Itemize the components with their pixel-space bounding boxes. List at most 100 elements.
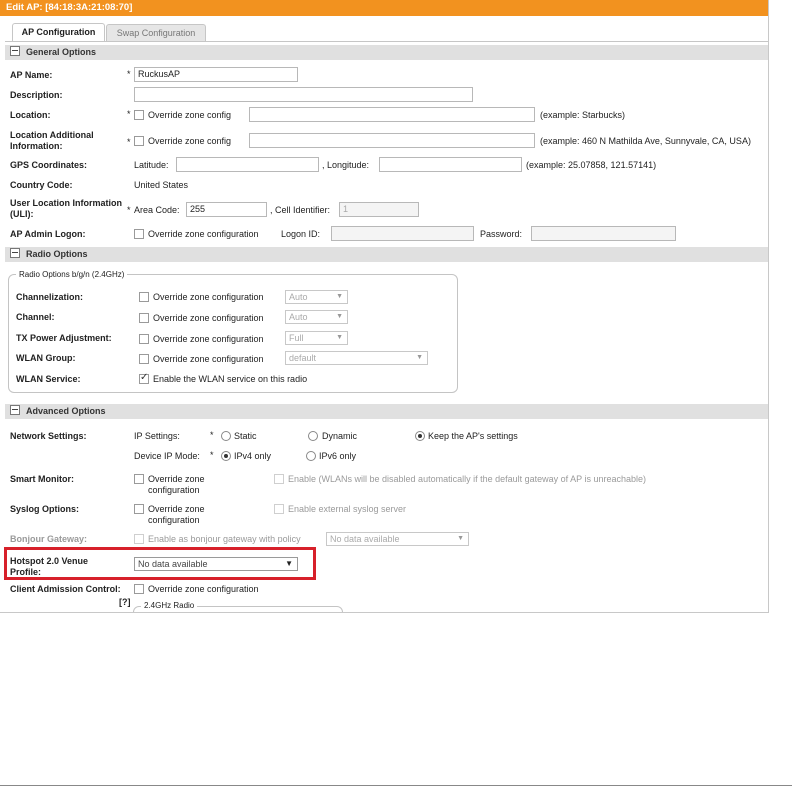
radio-24ghz-legend: 2.4GHz Radio — [141, 601, 198, 610]
tx-power-label: TX Power Adjustment: — [16, 333, 112, 343]
hotspot-highlight-box — [4, 547, 316, 580]
description-label: Description: — [10, 90, 63, 100]
channel-label: Channel: — [16, 312, 55, 322]
channelization-override-checkbox[interactable] — [139, 292, 149, 302]
channel-override-label: Override zone configuration — [153, 313, 264, 323]
channel-select[interactable]: Auto ▼ — [285, 310, 348, 324]
bonjour-gateway-label: Bonjour Gateway: — [10, 534, 88, 544]
ip-dynamic-radio[interactable] — [308, 431, 318, 441]
ipv6-only-label: IPv6 only — [319, 451, 357, 461]
tab-ap-configuration[interactable]: AP Configuration — [12, 23, 105, 42]
general-options-title: General Options — [26, 47, 97, 57]
ip-static-radio[interactable] — [221, 431, 231, 441]
location-additional-example: (example: 460 N Mathilda Ave, Sunnyvale,… — [540, 136, 751, 146]
tx-power-select[interactable]: Full ▼ — [285, 331, 348, 345]
tab-swap-configuration[interactable]: Swap Configuration — [106, 24, 206, 41]
ipv6-only-radio[interactable] — [306, 451, 316, 461]
dropdown-arrow-icon: ▼ — [336, 334, 343, 341]
latitude-input[interactable] — [176, 157, 319, 172]
smart-monitor-override-label: Override zone configuration — [148, 474, 205, 495]
bonjour-policy-select[interactable]: No data available ▼ — [326, 532, 469, 546]
client-admission-help-link[interactable]: [?] — [119, 597, 131, 608]
syslog-enable-checkbox[interactable] — [274, 504, 284, 514]
dropdown-arrow-icon: ▼ — [336, 293, 343, 300]
wlan-service-text: Enable the WLAN service on this radio — [153, 374, 308, 384]
wlan-group-value: default — [289, 353, 317, 363]
device-ip-mode-label: Device IP Mode: — [134, 451, 200, 461]
syslog-override-checkbox[interactable] — [134, 504, 144, 514]
location-input[interactable] — [249, 107, 535, 122]
required-mark: * — [127, 109, 131, 119]
bonjour-enable-label: Enable as bonjour gateway with policy — [148, 534, 301, 544]
wlan-group-override-label: Override zone configuration — [153, 354, 264, 364]
gps-label: GPS Coordinates: — [10, 160, 88, 170]
bonjour-enable-checkbox[interactable] — [134, 534, 144, 544]
location-additional-label: Location Additional Information: — [10, 130, 94, 151]
smart-monitor-enable-checkbox[interactable] — [274, 474, 284, 484]
channelization-label: Channelization: — [16, 292, 83, 302]
collapse-icon[interactable] — [10, 405, 20, 415]
wlan-group-label: WLAN Group: — [16, 353, 76, 363]
bonjour-policy-value: No data available — [330, 534, 400, 544]
logon-id-input[interactable] — [331, 226, 474, 241]
smart-monitor-override-checkbox[interactable] — [134, 474, 144, 484]
ap-name-input[interactable]: RuckusAP — [134, 67, 298, 82]
uli-label: User Location Information (ULI): — [10, 198, 123, 219]
client-admission-override-checkbox[interactable] — [134, 584, 144, 594]
password-label: Password: — [480, 229, 523, 239]
radio-options-header[interactable]: Radio Options — [5, 247, 768, 262]
wlan-service-label: WLAN Service: — [16, 374, 81, 384]
syslog-override-label: Override zone configuration — [148, 504, 205, 525]
smart-monitor-enable-label: Enable (WLANs will be disabled automatic… — [288, 474, 647, 484]
tx-power-override-checkbox[interactable] — [139, 334, 149, 344]
password-input[interactable] — [531, 226, 676, 241]
channelization-override-label: Override zone configuration — [153, 292, 264, 302]
page-bottom-rule — [0, 785, 792, 786]
country-code-value: United States — [134, 180, 189, 190]
advanced-options-header[interactable]: Advanced Options — [5, 404, 768, 419]
dropdown-arrow-icon: ▼ — [457, 535, 464, 542]
required-mark: * — [127, 137, 131, 147]
required-mark: * — [210, 430, 214, 440]
ipv4-only-radio[interactable] — [221, 451, 231, 461]
area-code-input[interactable]: 255 — [186, 202, 267, 217]
dialog-title: Edit AP: [84:18:3A:21:08:70] — [0, 0, 768, 16]
client-admission-control-label: Client Admission Control: — [10, 584, 121, 594]
channel-value: Auto — [289, 312, 308, 322]
advanced-options-title: Advanced Options — [26, 406, 106, 416]
wlan-group-select[interactable]: default ▼ — [285, 351, 428, 365]
edit-ap-dialog: Edit AP: [84:18:3A:21:08:70] AP Configur… — [0, 0, 769, 613]
location-additional-override-checkbox[interactable] — [134, 136, 144, 146]
location-override-checkbox[interactable] — [134, 110, 144, 120]
wlan-group-override-checkbox[interactable] — [139, 354, 149, 364]
location-example: (example: Starbucks) — [540, 110, 626, 120]
logon-id-label: Logon ID: — [281, 229, 321, 239]
collapse-icon[interactable] — [10, 46, 20, 56]
channelization-select[interactable]: Auto ▼ — [285, 290, 348, 304]
admin-logon-override-checkbox[interactable] — [134, 229, 144, 239]
ipv4-only-label: IPv4 only — [234, 451, 272, 461]
longitude-label: , Longitude: — [322, 160, 370, 170]
wlan-service-checkbox[interactable] — [139, 372, 149, 384]
tab-divider — [5, 41, 768, 42]
location-additional-input[interactable] — [249, 133, 535, 148]
general-options-header[interactable]: General Options — [5, 45, 768, 60]
description-input[interactable] — [134, 87, 473, 102]
smart-monitor-label: Smart Monitor: — [10, 474, 74, 484]
area-code-label: Area Code: — [134, 205, 180, 215]
network-settings-label: Network Settings: — [10, 431, 87, 441]
ip-keep-settings-label: Keep the AP's settings — [428, 431, 518, 441]
channel-override-checkbox[interactable] — [139, 313, 149, 323]
admin-logon-override-label: Override zone configuration — [148, 229, 259, 239]
cell-identifier-input[interactable]: 1 — [339, 202, 419, 217]
ip-dynamic-label: Dynamic — [322, 431, 358, 441]
required-mark: * — [127, 205, 131, 215]
cell-identifier-label: , Cell Identifier: — [270, 205, 331, 215]
admin-logon-label: AP Admin Logon: — [10, 229, 86, 239]
dropdown-arrow-icon: ▼ — [336, 313, 343, 320]
location-override-label: Override zone config — [148, 110, 232, 120]
collapse-icon[interactable] — [10, 248, 20, 258]
syslog-enable-label: Enable external syslog server — [288, 504, 407, 514]
longitude-input[interactable] — [379, 157, 522, 172]
ip-keep-settings-radio[interactable] — [415, 431, 425, 441]
